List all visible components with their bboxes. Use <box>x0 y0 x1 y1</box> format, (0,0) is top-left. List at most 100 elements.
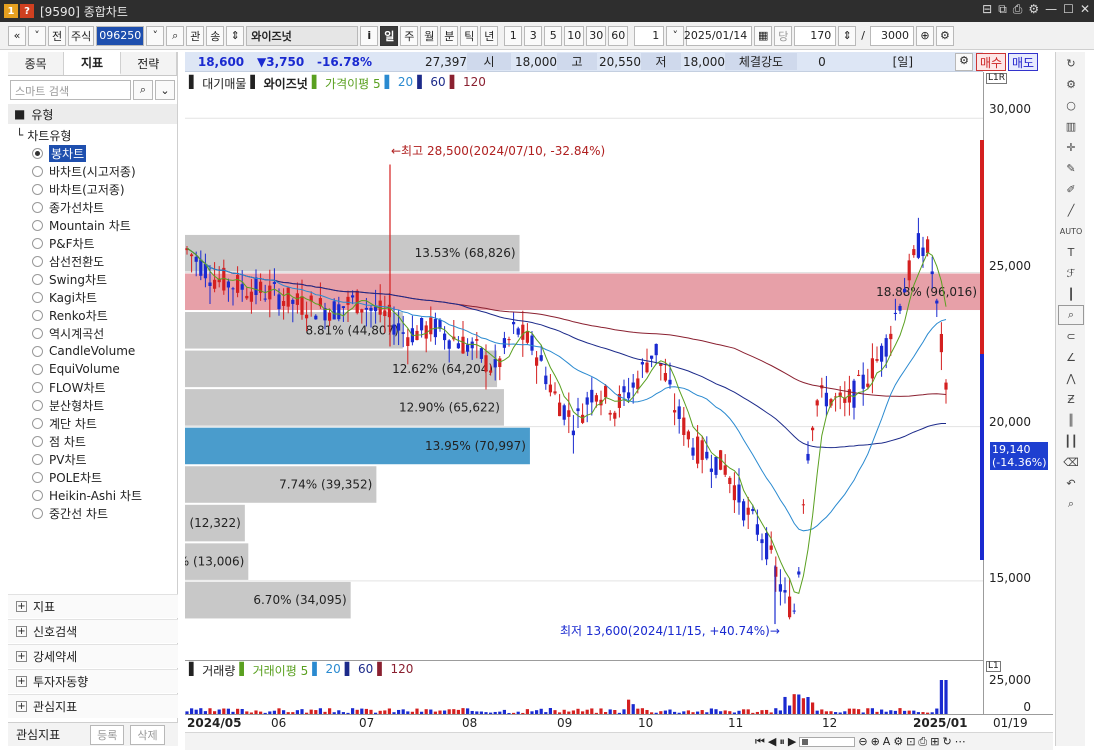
chart-type-item[interactable]: PV차트 <box>16 450 177 468</box>
interval-5[interactable]: 5 <box>544 25 563 46</box>
save-icon[interactable]: ⊡ <box>906 735 915 749</box>
bar-count-input[interactable]: 170 <box>794 25 837 46</box>
chart-type-item[interactable]: P&F차트 <box>16 234 177 252</box>
pen-icon[interactable]: ✎ <box>1058 158 1084 178</box>
radio-icon[interactable] <box>32 255 43 267</box>
accordion-item[interactable]: + 강세약세 <box>8 644 178 668</box>
eraser-icon[interactable]: ⌫ <box>1058 452 1084 472</box>
radio-icon[interactable] <box>32 345 43 357</box>
pause-icon[interactable]: ⏸ <box>779 735 785 749</box>
radio-icon[interactable] <box>32 291 43 303</box>
accordion-item[interactable]: + 관심지표 <box>8 694 178 718</box>
bars-icon[interactable]: ║ <box>1058 410 1084 430</box>
chart-type-group[interactable]: └ 차트유형 <box>16 126 177 144</box>
chart-type-item[interactable]: 봉차트 <box>16 144 177 162</box>
chart-type-item[interactable]: Kagi차트 <box>16 288 177 306</box>
period-month[interactable]: 월 <box>420 25 439 46</box>
info-button[interactable]: i <box>360 25 379 46</box>
scroll-next-icon[interactable]: ▶ <box>788 735 796 749</box>
radio-icon[interactable] <box>32 273 43 285</box>
print-icon[interactable]: ⎙ <box>1013 2 1023 17</box>
sang-button[interactable]: 송 <box>206 25 225 46</box>
settings-icon[interactable]: ⚙ <box>1028 2 1039 17</box>
gwan-button[interactable]: 관 <box>186 25 205 46</box>
interval-1[interactable]: 1 <box>504 25 523 46</box>
interval-3[interactable]: 3 <box>524 25 543 46</box>
scroll-slider[interactable] <box>799 737 856 747</box>
pin-icon[interactable]: ⊟ <box>982 2 992 17</box>
expand-icon[interactable]: + <box>16 626 27 637</box>
search-icon[interactable]: ⌕ <box>166 25 185 46</box>
radio-icon[interactable] <box>32 201 43 213</box>
close-icon[interactable]: ✕ <box>1080 2 1090 17</box>
dang-button[interactable]: 당 <box>774 25 793 46</box>
radio-icon[interactable] <box>32 237 43 249</box>
radio-icon[interactable] <box>32 489 43 501</box>
date-input[interactable]: 2025/01/14 <box>684 25 753 46</box>
help-badge[interactable]: ? <box>20 4 34 18</box>
radio-icon[interactable] <box>32 327 43 339</box>
refresh-icon[interactable]: ↻ <box>942 735 951 749</box>
updown-stepper-icon[interactable]: ⇕ <box>226 25 245 46</box>
tab-stock[interactable]: 종목 <box>8 52 65 75</box>
period-year[interactable]: 년 <box>480 25 499 46</box>
interval-10[interactable]: 10 <box>564 25 585 46</box>
search-icon[interactable]: ⌕ <box>133 80 153 100</box>
chart-type-item[interactable]: 바차트(시고저종) <box>16 162 177 180</box>
interval-60[interactable]: 60 <box>608 25 629 46</box>
more-icon[interactable]: ⋯ <box>955 735 966 749</box>
radio-icon[interactable] <box>32 165 43 177</box>
radio-icon[interactable] <box>32 507 43 519</box>
minimize-icon[interactable]: — <box>1045 2 1057 17</box>
zoom-in-icon[interactable]: ⊕ <box>871 735 880 749</box>
count-select[interactable]: 1 <box>634 25 665 46</box>
layout-icon[interactable]: ⊞ <box>930 735 939 749</box>
radio-icon[interactable] <box>32 219 43 231</box>
refresh-icon[interactable]: ↻ <box>1058 53 1084 73</box>
chart-type-item[interactable]: FLOW차트 <box>16 378 177 396</box>
radio-icon[interactable] <box>32 435 43 447</box>
radio-icon[interactable] <box>32 381 43 393</box>
expand-icon[interactable]: + <box>16 676 27 687</box>
zoom-out-icon[interactable]: ⊖ <box>858 735 867 749</box>
tab-strategy[interactable]: 전략 <box>120 52 177 75</box>
chart-type-item[interactable]: 분산형차트 <box>16 396 177 414</box>
count-dropdown-icon[interactable]: ˅ <box>666 25 685 46</box>
collapse-icon[interactable]: ⌄ <box>155 80 175 100</box>
crosshair-icon[interactable]: ✛ <box>1058 137 1084 157</box>
market-select[interactable]: 주식 <box>68 25 95 46</box>
chart-type-item[interactable]: 역시계곡선 <box>16 324 177 342</box>
total-count-input[interactable]: 3000 <box>869 25 914 46</box>
chart-type-item[interactable]: Renko차트 <box>16 306 177 324</box>
accordion-item[interactable]: + 신호검색 <box>8 619 178 643</box>
trendline-icon[interactable]: ╱ <box>1058 200 1084 220</box>
zigzag-icon[interactable]: Ƶ <box>1058 389 1084 409</box>
scroll-first-icon[interactable]: ⏮ <box>755 735 765 749</box>
radio-icon[interactable] <box>32 147 43 159</box>
smart-search-input[interactable]: 스마트 검색 <box>10 80 131 100</box>
angle-icon[interactable]: ∠ <box>1058 347 1084 367</box>
auto-trendline-icon[interactable]: AUTO <box>1058 221 1084 241</box>
chart-type-item[interactable]: 종가선차트 <box>16 198 177 216</box>
radio-icon[interactable] <box>32 417 43 429</box>
fibonacci-icon[interactable]: ℱ <box>1058 263 1084 283</box>
radio-icon[interactable] <box>32 399 43 411</box>
magnet-icon[interactable]: ⊂ <box>1058 326 1084 346</box>
expand-icon[interactable]: + <box>16 651 27 662</box>
radio-icon[interactable] <box>32 309 43 321</box>
chart-type-item[interactable]: Swing차트 <box>16 270 177 288</box>
zoom-in-icon[interactable]: ⊕ <box>915 25 934 46</box>
stock-code-input[interactable]: 096250 <box>96 25 145 46</box>
section-type[interactable]: ■ 유형 <box>8 104 177 124</box>
interval-30[interactable]: 30 <box>586 25 607 46</box>
chart-type-item[interactable]: 바차트(고저종) <box>16 180 177 198</box>
quote-settings-icon[interactable]: ⚙ <box>955 53 973 71</box>
maximize-icon[interactable]: ☐ <box>1063 2 1074 17</box>
chart-type-item[interactable]: 점 차트 <box>16 432 177 450</box>
chart-type-item[interactable]: CandleVolume <box>16 342 177 360</box>
radio-icon[interactable] <box>32 453 43 465</box>
grid-lines-icon[interactable]: ┃┃ <box>1058 431 1084 451</box>
buy-button[interactable]: 매수 <box>976 53 1006 71</box>
chart-type-item[interactable]: 중간선 차트 <box>16 504 177 522</box>
toolbar-settings-icon[interactable]: ⚙ <box>935 25 954 46</box>
